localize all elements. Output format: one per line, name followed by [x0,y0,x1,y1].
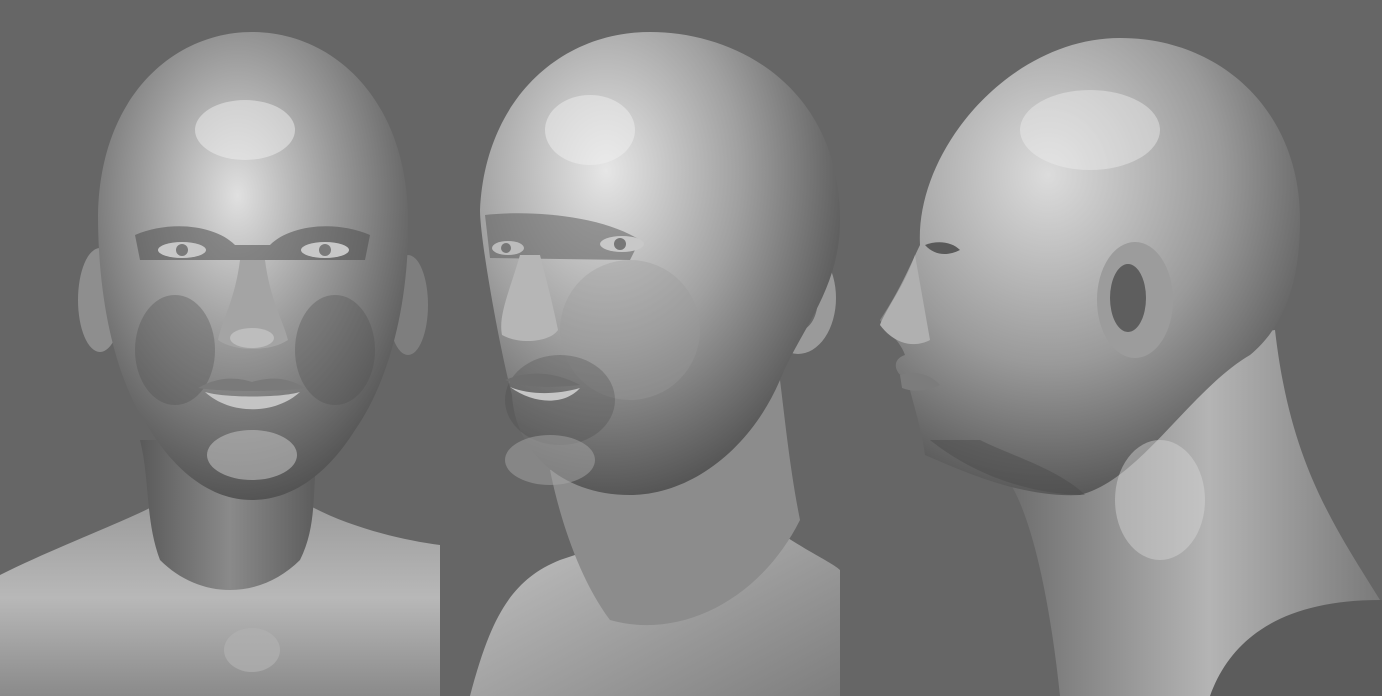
head-profile-view [860,0,1382,696]
adams-apple [224,628,280,672]
head-three-quarter-view [440,0,860,696]
head-front-view [0,0,440,696]
sculpt-turnaround-canvas [0,0,1382,696]
